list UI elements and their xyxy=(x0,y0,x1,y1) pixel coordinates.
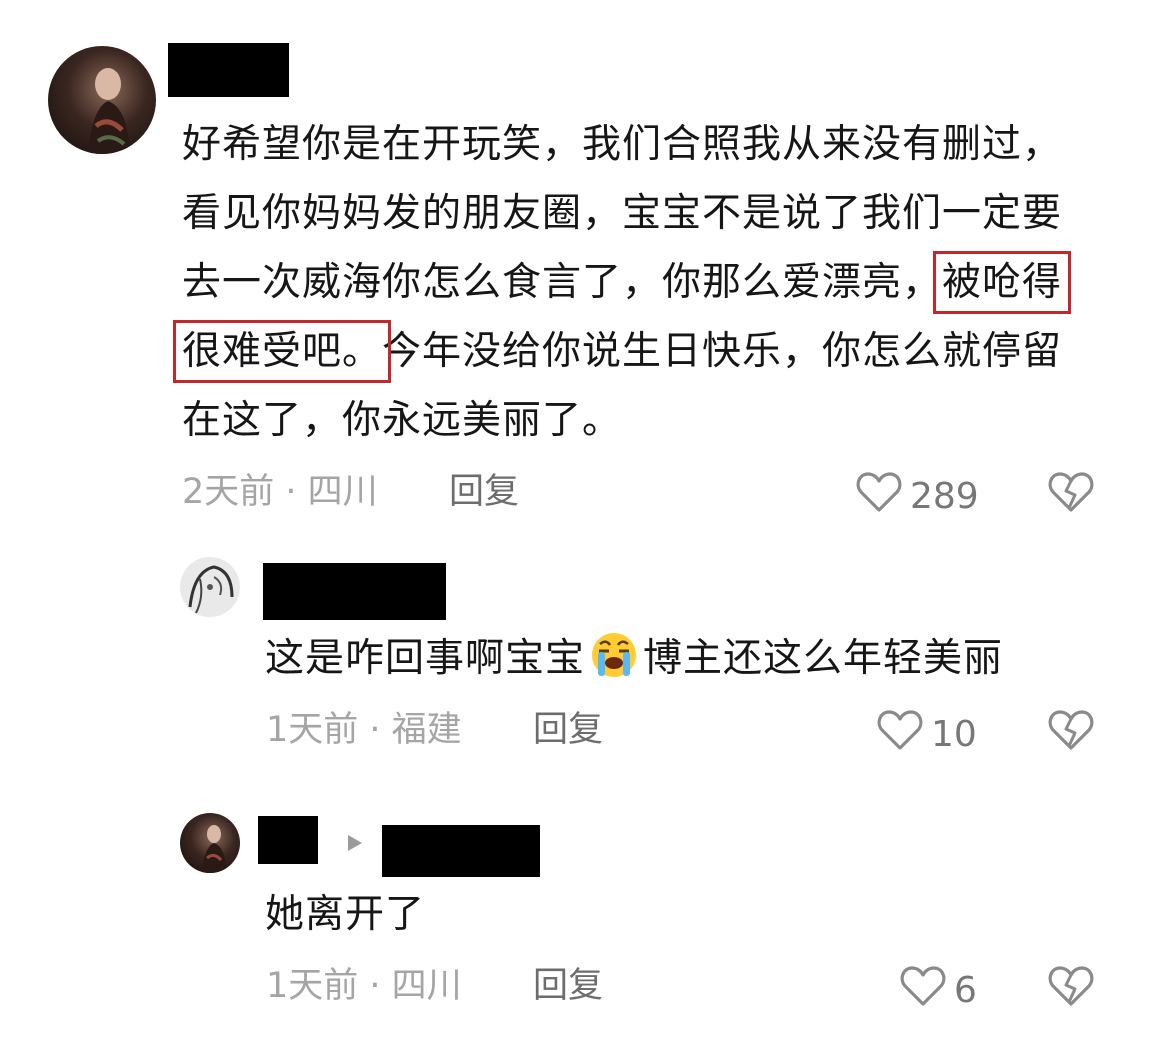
reply-meta: 1天前 · 福建 xyxy=(266,710,462,750)
commenter-avatar[interactable] xyxy=(48,46,156,154)
dislike-button[interactable] xyxy=(1048,965,1094,1011)
avatar-photo xyxy=(202,825,226,873)
reply-avatar[interactable] xyxy=(180,813,240,873)
reply-text: 这是咋回事啊宝宝 博主还这么年轻美丽 xyxy=(265,624,1145,701)
avatar-sketch xyxy=(188,565,234,614)
reply-meta: 1天前 · 四川 xyxy=(266,966,462,1006)
broken-heart-icon xyxy=(1048,966,1094,1011)
dislike-button[interactable] xyxy=(1048,471,1094,517)
broken-heart-icon xyxy=(1048,472,1094,517)
loudly-crying-face-icon xyxy=(585,631,643,701)
like-button[interactable]: 289 xyxy=(856,471,979,522)
redacted-reply-target xyxy=(382,825,540,877)
like-count: 289 xyxy=(910,475,979,517)
comment-meta: 2天前 · 四川 xyxy=(182,472,378,512)
comment-text: 好希望你是在开玩笑，我们合照我从来没有删过，看见你妈妈发的朋友圈，宝宝不是说了我… xyxy=(172,110,1087,455)
like-count: 10 xyxy=(931,713,977,755)
reply-button[interactable]: 回复 xyxy=(449,472,519,512)
reply-text-part: 这是咋回事啊宝宝 xyxy=(265,636,586,681)
redacted-username xyxy=(258,816,318,864)
reply-avatar[interactable] xyxy=(180,557,240,617)
heart-outline-icon xyxy=(856,471,902,522)
avatar-photo xyxy=(88,68,130,154)
like-button[interactable]: 10 xyxy=(877,709,977,760)
comment-panel: 好希望你是在开玩笑，我们合照我从来没有删过，看见你妈妈发的朋友圈，宝宝不是说了我… xyxy=(0,0,1152,1058)
triangle-right-icon xyxy=(345,833,365,857)
like-count: 6 xyxy=(954,969,977,1011)
reply-text: 她离开了 xyxy=(265,892,426,937)
redacted-username xyxy=(168,43,289,97)
like-button[interactable]: 6 xyxy=(900,965,977,1016)
reply-text-part: 博主还这么年轻美丽 xyxy=(643,636,1004,681)
reply-button[interactable]: 回复 xyxy=(533,966,603,1006)
heart-outline-icon xyxy=(900,965,946,1016)
dislike-button[interactable] xyxy=(1048,709,1094,755)
comment-text-part: 好希望你是在开玩笑，我们合照我从来没有删过，看见你妈妈发的朋友圈，宝宝不是说了我… xyxy=(182,122,1063,305)
heart-outline-icon xyxy=(877,709,923,760)
redacted-username xyxy=(263,563,446,620)
broken-heart-icon xyxy=(1048,710,1094,755)
reply-button[interactable]: 回复 xyxy=(533,710,603,750)
